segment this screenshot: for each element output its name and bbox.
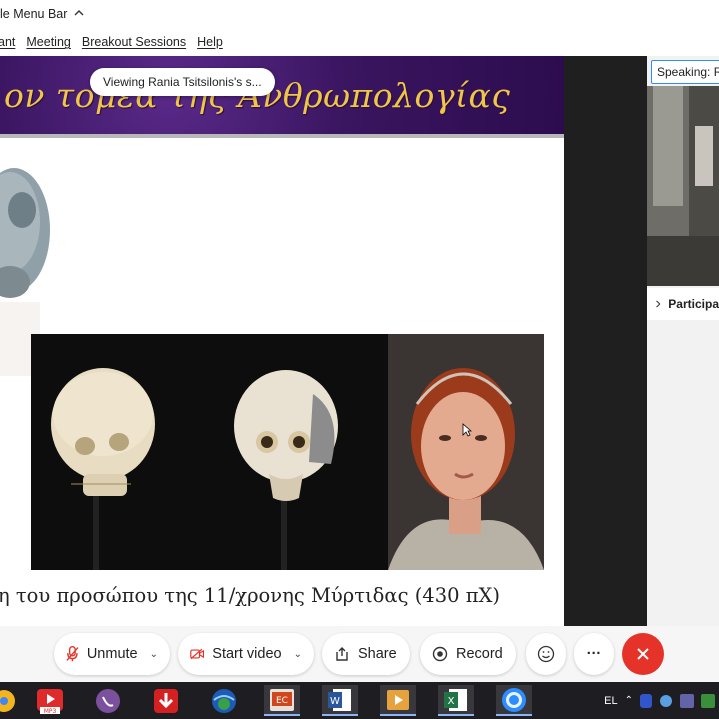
smiley-icon (537, 645, 555, 663)
share-label: Share (358, 646, 397, 662)
record-button[interactable]: Record (420, 633, 516, 675)
office-icon: EC (270, 688, 294, 711)
end-meeting-button[interactable] (622, 633, 664, 675)
download-icon (154, 688, 178, 713)
chevron-right-icon (656, 300, 661, 308)
face-reconstruction-image (388, 334, 544, 570)
system-tray: EL ⌃ (604, 682, 719, 719)
unmute-button[interactable]: Unmute ⌄ (54, 633, 170, 675)
zoom-icon (502, 687, 526, 712)
globe-icon (212, 688, 236, 713)
more-button[interactable]: ··· (574, 633, 614, 675)
svg-text:W: W (330, 696, 340, 707)
taskbar-app-word[interactable]: W (322, 685, 358, 716)
meeting-toolbar: Unmute ⌄ Start video ⌄ Share Record ··· (0, 626, 719, 682)
bluetooth-icon[interactable] (640, 693, 652, 708)
share-button[interactable]: Share (322, 633, 410, 675)
menu-item-meeting[interactable]: Meeting (26, 35, 70, 49)
chevron-down-icon[interactable]: ⌄ (294, 649, 302, 660)
menu-item-breakout-sessions[interactable]: Breakout Sessions (82, 35, 186, 49)
menu-item-help[interactable]: Help (197, 35, 223, 49)
reactions-button[interactable] (526, 633, 566, 675)
mp3-icon: MP3 (37, 688, 63, 715)
menu-item-participant[interactable]: ant (0, 35, 15, 49)
taskbar-app-viber[interactable] (90, 685, 126, 716)
window-title: le Menu Bar (0, 7, 68, 21)
media-player-icon (387, 689, 409, 710)
slide-caption: η του προσώπου της 11/χρονης Μύρτιδας (4… (0, 584, 501, 607)
speaking-indicator: Speaking: R (651, 60, 719, 84)
chevron-down-icon[interactable]: ⌄ (150, 649, 158, 660)
microphone-muted-icon (66, 645, 79, 662)
viber-icon (96, 688, 120, 713)
window-titlebar: le Menu Bar (0, 0, 719, 28)
participants-label: Participa (668, 297, 719, 311)
windows-taskbar: MP3 EC W X EL ⌃ (0, 682, 719, 719)
reconstruction-photo (31, 334, 544, 570)
taskbar-app-chrome[interactable] (0, 685, 22, 716)
taskbar-app-mp3[interactable]: MP3 (32, 685, 68, 716)
chrome-icon (0, 689, 15, 712)
word-icon: W (328, 688, 351, 711)
participants-panel: Speaking: R Participa (647, 56, 719, 626)
shared-slide: ον τομέα της Ανθρωπολογίας (0, 56, 564, 626)
taskbar-app-office[interactable]: EC (264, 685, 300, 716)
video-off-icon (190, 648, 205, 660)
chevron-up-icon[interactable] (73, 7, 85, 22)
menu-bar: ant Meeting Breakout Sessions Help (0, 28, 719, 56)
record-label: Record (456, 646, 503, 662)
start-video-label: Start video (212, 646, 282, 662)
svg-text:MP3: MP3 (44, 708, 57, 715)
taskbar-app-zoom[interactable] (496, 685, 532, 716)
security-icon[interactable] (701, 693, 715, 708)
network-icon[interactable] (659, 694, 673, 708)
excel-icon: X (444, 688, 467, 711)
window-title-group: le Menu Bar (0, 7, 85, 22)
svg-text:X: X (448, 696, 455, 707)
unmute-label: Unmute (86, 646, 138, 662)
taskbar-app-excel[interactable]: X (438, 685, 474, 716)
language-indicator[interactable]: EL (604, 695, 617, 707)
record-icon (432, 646, 448, 662)
share-icon (336, 647, 348, 661)
shared-screen-stage: ον τομέα της Ανθρωπολογίας (0, 56, 647, 626)
start-video-button[interactable]: Start video ⌄ (178, 633, 314, 675)
chevron-up-icon[interactable]: ⌃ (625, 695, 633, 706)
mouse-pointer-icon (462, 423, 472, 437)
speaker-video-thumbnail[interactable] (647, 86, 719, 286)
viewing-indicator-pill[interactable]: Viewing Rania Tsitsilonis's s... (90, 68, 275, 96)
teams-icon[interactable] (680, 693, 694, 708)
taskbar-app-google-earth[interactable] (206, 685, 242, 716)
taskbar-app-downloader[interactable] (148, 685, 184, 716)
svg-text:EC: EC (276, 696, 288, 706)
taskbar-app-media-player[interactable] (380, 685, 416, 716)
close-icon (637, 648, 649, 660)
participants-toggle[interactable]: Participa (647, 288, 719, 320)
